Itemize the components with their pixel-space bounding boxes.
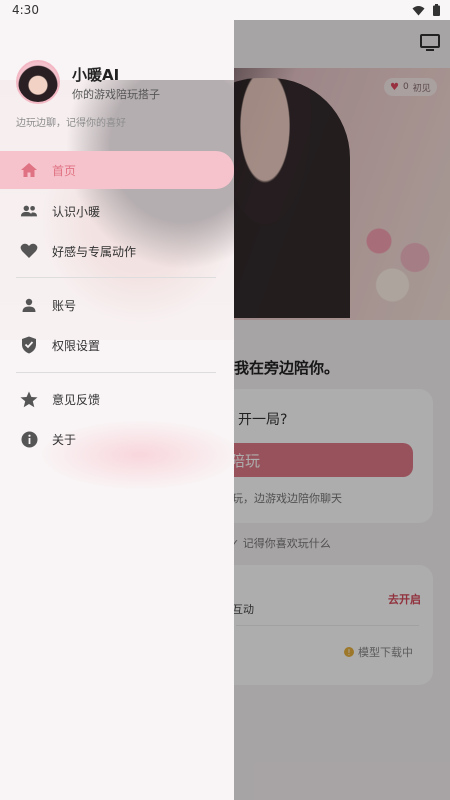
menu-label-about-xiaonuan: 认识小暖 bbox=[52, 204, 101, 219]
menu-item-about[interactable]: 关于 bbox=[0, 420, 234, 458]
info-icon bbox=[20, 430, 38, 448]
drawer-tagline: 边玩边聊，记得你的喜好 bbox=[16, 118, 126, 129]
app-name: 小暖AI bbox=[72, 66, 120, 84]
app-subtitle: 你的游戏陪玩搭子 bbox=[72, 88, 160, 101]
status-icons bbox=[412, 4, 440, 16]
menu-item-feedback[interactable]: 意见反馈 bbox=[0, 380, 234, 418]
menu-item-account[interactable]: 账号 bbox=[0, 286, 234, 324]
menu-item-about-xiaonuan[interactable]: 认识小暖 bbox=[0, 192, 234, 230]
navigation-drawer: 小暖AI 你的游戏陪玩搭子 边玩边聊，记得你的喜好 首页 认识小暖 好感与专属动… bbox=[0, 20, 234, 800]
menu-divider bbox=[16, 277, 216, 278]
wifi-icon bbox=[412, 5, 425, 15]
person-icon bbox=[20, 296, 38, 314]
menu-label-about: 关于 bbox=[52, 432, 77, 447]
home-icon bbox=[20, 161, 38, 179]
star-icon bbox=[20, 390, 38, 408]
menu-label-affection: 好感与专属动作 bbox=[52, 244, 137, 259]
menu-label-permissions: 权限设置 bbox=[52, 338, 101, 353]
battery-icon bbox=[433, 4, 440, 16]
status-bar: 4:30 bbox=[0, 0, 450, 20]
shield-icon bbox=[20, 336, 38, 354]
avatar[interactable] bbox=[16, 60, 60, 104]
menu-divider bbox=[16, 372, 216, 373]
heart-icon bbox=[20, 242, 38, 260]
menu-item-permissions[interactable]: 权限设置 bbox=[0, 326, 234, 364]
menu-label-account: 账号 bbox=[52, 298, 77, 313]
people-icon bbox=[20, 202, 38, 220]
menu-label-feedback: 意见反馈 bbox=[52, 392, 101, 407]
menu-item-affection[interactable]: 好感与专属动作 bbox=[0, 232, 234, 270]
menu-label-home: 首页 bbox=[52, 163, 77, 178]
status-time: 4:30 bbox=[12, 3, 39, 17]
menu-item-home[interactable]: 首页 bbox=[0, 151, 234, 189]
